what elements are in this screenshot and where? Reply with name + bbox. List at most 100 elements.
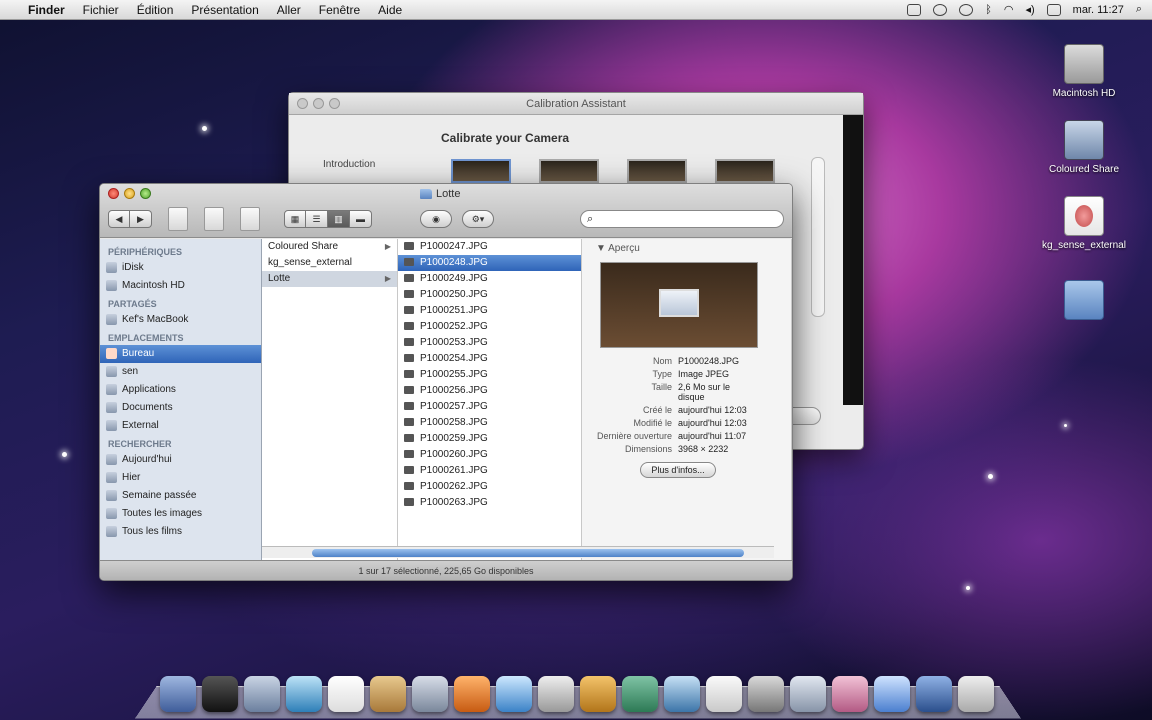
dock-app-icon[interactable] bbox=[832, 676, 868, 712]
menu-presentation[interactable]: Présentation bbox=[191, 3, 258, 17]
sidebar-item[interactable]: Documents bbox=[100, 399, 261, 417]
dock-app-icon[interactable] bbox=[496, 676, 532, 712]
file-row[interactable]: P1000256.JPG bbox=[398, 383, 581, 399]
close-button[interactable] bbox=[108, 188, 119, 199]
sync-icon[interactable] bbox=[933, 3, 948, 16]
sidebar-item[interactable]: Macintosh HD bbox=[100, 277, 261, 295]
file-row[interactable]: P1000263.JPG bbox=[398, 495, 581, 511]
desktop-icon-kg-sense-external[interactable]: kg_sense_external bbox=[1036, 196, 1132, 251]
close-button[interactable] bbox=[297, 98, 308, 109]
calibration-step-introduction[interactable]: Introduction bbox=[323, 159, 375, 170]
column-row[interactable]: Coloured Share ▶ bbox=[262, 239, 397, 255]
file-row[interactable]: P1000257.JPG bbox=[398, 399, 581, 415]
preview-header[interactable]: ▼ Aperçu bbox=[582, 239, 791, 258]
dock-app-icon[interactable] bbox=[706, 676, 742, 712]
dock-app-icon[interactable] bbox=[916, 676, 952, 712]
sidebar-section-header[interactable]: Périphériques bbox=[100, 243, 261, 259]
dock-app-icon[interactable] bbox=[580, 676, 616, 712]
dock-app-icon[interactable] bbox=[664, 676, 700, 712]
column-lotte[interactable]: P1000247.JPG P1000248.JPG P1000249.JPG P100… bbox=[398, 239, 582, 560]
file-row[interactable]: P1000247.JPG bbox=[398, 239, 581, 255]
sidebar-item[interactable]: Hier bbox=[100, 469, 261, 487]
sidebar-item[interactable]: Tous les films bbox=[100, 523, 261, 541]
file-row[interactable]: P1000260.JPG bbox=[398, 447, 581, 463]
minimize-button[interactable] bbox=[313, 98, 324, 109]
camera-thumbnail[interactable] bbox=[451, 159, 511, 183]
dock-app-icon[interactable] bbox=[328, 676, 364, 712]
menubar-clock[interactable]: mar. 11:27 bbox=[1073, 4, 1124, 16]
horizontal-scrollbar[interactable] bbox=[262, 546, 774, 558]
menu-fichier[interactable]: Fichier bbox=[83, 3, 119, 17]
sidebar-section-header[interactable]: Emplacements bbox=[100, 329, 261, 345]
file-row[interactable]: P1000262.JPG bbox=[398, 479, 581, 495]
dock-app-icon[interactable] bbox=[202, 676, 238, 712]
file-row[interactable]: P1000252.JPG bbox=[398, 319, 581, 335]
spotlight-icon[interactable]: ⌕ bbox=[1136, 3, 1142, 16]
file-row[interactable]: P1000254.JPG bbox=[398, 351, 581, 367]
quick-look-button[interactable]: ◉ bbox=[420, 210, 452, 228]
document-icon[interactable] bbox=[240, 207, 260, 231]
coverflow-view-button[interactable]: ▬ bbox=[350, 210, 372, 228]
desktop-icon-folder[interactable] bbox=[1036, 280, 1132, 324]
sidebar-item[interactable]: External bbox=[100, 417, 261, 435]
dock-app-icon[interactable] bbox=[286, 676, 322, 712]
sidebar-item[interactable]: Kef's MacBook bbox=[100, 311, 261, 329]
dock-app-icon[interactable] bbox=[244, 676, 280, 712]
volume-icon[interactable]: ◂) bbox=[1025, 3, 1034, 16]
dock-app-icon[interactable] bbox=[790, 676, 826, 712]
display-icon[interactable] bbox=[907, 3, 922, 16]
zoom-button[interactable] bbox=[329, 98, 340, 109]
input-menu-icon[interactable] bbox=[1046, 3, 1061, 16]
column-row[interactable]: kg_sense_external bbox=[262, 255, 397, 271]
menu-finder[interactable]: Finder bbox=[28, 3, 65, 17]
dock-app-icon[interactable] bbox=[622, 676, 658, 712]
file-row[interactable]: P1000255.JPG bbox=[398, 367, 581, 383]
dock-app-icon[interactable] bbox=[958, 676, 994, 712]
menu-edition[interactable]: Édition bbox=[137, 3, 174, 17]
back-button[interactable]: ◀ bbox=[108, 210, 130, 228]
camera-thumbnail[interactable] bbox=[539, 159, 599, 183]
sidebar-item[interactable]: sen bbox=[100, 363, 261, 381]
file-row[interactable]: P1000253.JPG bbox=[398, 335, 581, 351]
column-view-button[interactable]: ▥ bbox=[328, 210, 350, 228]
wifi-icon[interactable]: ◠ bbox=[1004, 3, 1014, 16]
sidebar-item[interactable]: Bureau bbox=[100, 345, 261, 363]
menu-fenetre[interactable]: Fenêtre bbox=[319, 3, 360, 17]
sidebar-item[interactable]: Aujourd'hui bbox=[100, 451, 261, 469]
time-machine-icon[interactable] bbox=[959, 3, 974, 16]
file-row[interactable]: P1000259.JPG bbox=[398, 431, 581, 447]
desktop-icon-coloured-share[interactable]: Coloured Share bbox=[1036, 120, 1132, 175]
calibration-scrollbar[interactable] bbox=[811, 157, 825, 317]
image-preview[interactable] bbox=[600, 262, 758, 348]
zoom-button[interactable] bbox=[140, 188, 151, 199]
search-field[interactable]: ⌕ bbox=[580, 210, 784, 228]
dock-app-icon[interactable] bbox=[412, 676, 448, 712]
camera-thumbnail[interactable] bbox=[627, 159, 687, 183]
menu-aller[interactable]: Aller bbox=[277, 3, 301, 17]
file-row[interactable]: P1000248.JPG bbox=[398, 255, 581, 271]
file-row[interactable]: P1000249.JPG bbox=[398, 271, 581, 287]
search-input[interactable] bbox=[597, 213, 768, 225]
calibration-titlebar[interactable]: Calibration Assistant bbox=[289, 93, 863, 115]
document-icon[interactable] bbox=[204, 207, 224, 231]
more-info-button[interactable]: Plus d'infos... bbox=[640, 462, 716, 478]
action-gear-button[interactable]: ⚙▾ bbox=[462, 210, 494, 228]
finder-titlebar[interactable]: Lotte ◀ ▶ ▦ ☰ ▥ ▬ ◉ ⚙▾ ⌕ bbox=[100, 184, 792, 238]
icon-view-button[interactable]: ▦ bbox=[284, 210, 306, 228]
file-row[interactable]: P1000251.JPG bbox=[398, 303, 581, 319]
dock-app-icon[interactable] bbox=[748, 676, 784, 712]
sidebar-item[interactable]: Toutes les images bbox=[100, 505, 261, 523]
file-row[interactable]: P1000250.JPG bbox=[398, 287, 581, 303]
document-icon[interactable] bbox=[168, 207, 188, 231]
dock-app-icon[interactable] bbox=[160, 676, 196, 712]
dock-app-icon[interactable] bbox=[454, 676, 490, 712]
file-row[interactable]: P1000261.JPG bbox=[398, 463, 581, 479]
scroll-thumb[interactable] bbox=[312, 549, 744, 557]
minimize-button[interactable] bbox=[124, 188, 135, 199]
dock-app-icon[interactable] bbox=[370, 676, 406, 712]
sidebar-item[interactable]: Semaine passée bbox=[100, 487, 261, 505]
menu-aide[interactable]: Aide bbox=[378, 3, 402, 17]
bluetooth-icon[interactable]: ᛒ bbox=[985, 4, 992, 16]
file-row[interactable]: P1000258.JPG bbox=[398, 415, 581, 431]
desktop-icon-macintosh-hd[interactable]: Macintosh HD bbox=[1036, 44, 1132, 99]
